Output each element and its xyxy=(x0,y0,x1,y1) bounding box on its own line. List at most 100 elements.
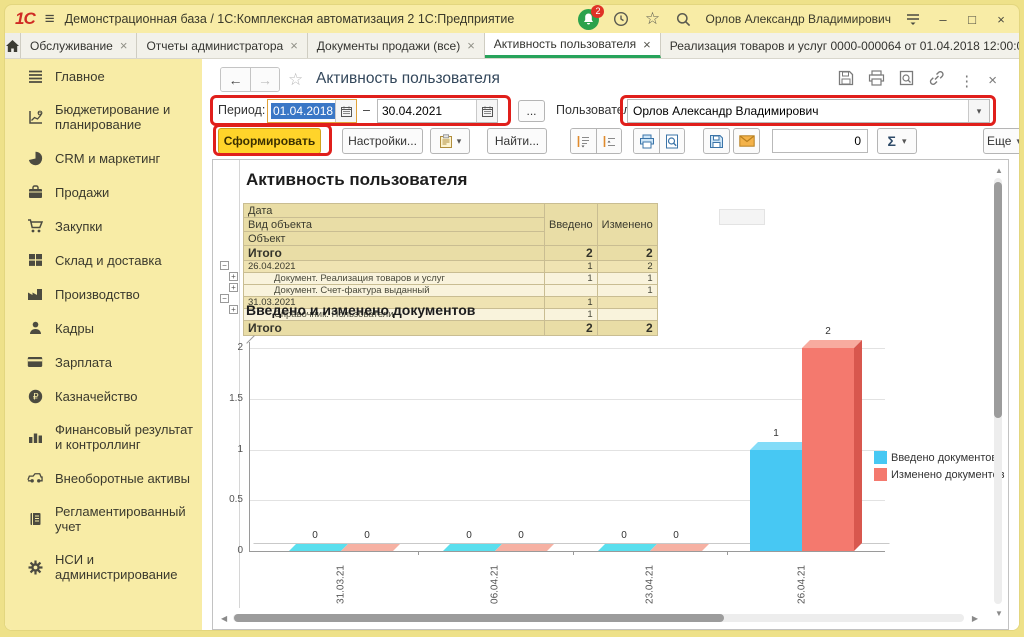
table-cell[interactable]: 1 xyxy=(597,273,657,285)
sidebar-item[interactable]: Регламентированный учет xyxy=(5,495,202,543)
calendar-icon[interactable] xyxy=(335,100,356,122)
table-cell[interactable]: 2 xyxy=(597,246,657,261)
table-cell[interactable]: 1 xyxy=(545,261,598,273)
sidebar-item[interactable]: Финансовый результат и контроллинг xyxy=(5,413,202,461)
collapse-groups-icon[interactable] xyxy=(596,129,621,153)
table-row[interactable]: 26.04.202112 xyxy=(244,261,658,273)
table-row[interactable]: Итого22 xyxy=(244,321,658,336)
table-cell[interactable] xyxy=(545,285,598,297)
table-cell[interactable] xyxy=(597,297,657,309)
table-cell[interactable]: Объект xyxy=(244,232,545,246)
favorites-star-icon[interactable]: ☆ xyxy=(643,10,661,28)
sidebar-item[interactable]: Главное xyxy=(5,59,202,93)
table-cell[interactable]: Изменено xyxy=(597,204,657,246)
table-cell[interactable] xyxy=(597,309,657,321)
settings-button[interactable]: Настройки... xyxy=(342,128,423,154)
chevron-down-icon[interactable]: ▾ xyxy=(968,100,989,122)
preview-icon[interactable] xyxy=(899,70,914,91)
tab[interactable]: Активность пользователя× xyxy=(485,33,661,58)
table-cell[interactable]: Документ. Счет-фактура выданный xyxy=(244,285,545,297)
tab[interactable]: Реализация товаров и услуг 0000-000064 о… xyxy=(661,33,1020,58)
sidebar-item[interactable]: Производство xyxy=(5,277,202,311)
sidebar-item[interactable]: Зарплата xyxy=(5,345,202,379)
table-cell[interactable]: Вид объекта xyxy=(244,218,545,232)
period-to-field[interactable]: 30.04.2021 xyxy=(377,99,498,123)
expand-node-icon[interactable]: + xyxy=(229,305,238,314)
calendar-icon[interactable] xyxy=(476,100,497,122)
expand-node-icon[interactable]: + xyxy=(229,283,238,292)
sidebar-item[interactable]: CRM и маркетинг xyxy=(5,141,202,175)
expand-groups-icon[interactable] xyxy=(571,129,596,153)
save-result-button[interactable] xyxy=(703,128,730,154)
sidebar-item[interactable]: Внеоборотные активы xyxy=(5,461,202,495)
generate-button[interactable]: Сформировать xyxy=(218,128,321,154)
user-select-field[interactable]: Орлов Александр Владимирович ▾ xyxy=(627,99,990,123)
main-menu-icon[interactable]: ≡ xyxy=(45,9,55,29)
sum-button[interactable]: Σ ▾ xyxy=(877,128,917,154)
home-tab[interactable] xyxy=(5,33,21,58)
tab-close-icon[interactable]: × xyxy=(643,37,651,52)
table-cell[interactable]: Введено xyxy=(545,204,598,246)
history-icon[interactable] xyxy=(612,10,630,28)
table-row[interactable]: Документ. Счет-фактура выданный 1 xyxy=(244,285,658,297)
tab-close-icon[interactable]: × xyxy=(290,38,298,53)
table-cell[interactable]: Документ. Реализация товаров и услуг xyxy=(244,273,545,285)
sidebar-item[interactable]: ₽Бюджетирование и планирование xyxy=(5,93,202,141)
favorite-star-icon[interactable]: ☆ xyxy=(288,70,303,90)
sidebar-item[interactable]: НСИ и администрирование xyxy=(5,543,202,591)
table-cell[interactable]: 1 xyxy=(597,285,657,297)
report-variants-button[interactable]: ▾ xyxy=(430,128,470,154)
table-row[interactable]: Документ. Реализация товаров и услуг11 xyxy=(244,273,658,285)
get-link-icon[interactable] xyxy=(928,70,945,91)
sidebar-item[interactable]: Закупки xyxy=(5,209,202,243)
table-cell[interactable]: 1 xyxy=(545,309,598,321)
search-icon[interactable] xyxy=(674,10,692,28)
more-button[interactable]: Еще ▾ xyxy=(983,128,1020,154)
tab[interactable]: Отчеты администратора× xyxy=(137,33,307,58)
table-row[interactable]: Итого22 xyxy=(244,246,658,261)
table-cell[interactable]: 2 xyxy=(545,246,598,261)
service-menu-icon[interactable] xyxy=(904,10,922,28)
table-cell[interactable]: 2 xyxy=(545,321,598,336)
expand-node-icon[interactable]: + xyxy=(229,272,238,281)
sidebar-item[interactable]: ₽Казначейство xyxy=(5,379,202,413)
autosum-value-field[interactable]: 0 xyxy=(772,129,868,153)
tab-close-icon[interactable]: × xyxy=(467,38,475,53)
vertical-scrollbar[interactable]: ▲ ▼ xyxy=(992,166,1004,618)
tab-close-icon[interactable]: × xyxy=(120,38,128,53)
notifications-bell-icon[interactable]: 2 xyxy=(578,9,599,30)
print-icon[interactable] xyxy=(868,70,885,91)
table-cell[interactable]: 1 xyxy=(545,297,598,309)
vertical-scrollbar-thumb[interactable] xyxy=(994,182,1002,418)
forward-button[interactable]: → xyxy=(250,68,279,91)
sidebar-item[interactable]: Склад и доставка xyxy=(5,243,202,277)
preview-button-icon[interactable] xyxy=(659,129,684,153)
horizontal-scrollbar-thumb[interactable] xyxy=(234,614,724,622)
table-cell[interactable]: 2 xyxy=(597,321,657,336)
more-menu-kebab-icon[interactable]: ⋮ xyxy=(959,72,974,90)
sidebar-item[interactable]: Кадры xyxy=(5,311,202,345)
report-result-area[interactable]: −++−+ Активность пользователя ДатаВведен… xyxy=(212,159,1009,630)
send-email-button[interactable] xyxy=(733,128,760,154)
period-dots-button[interactable]: ... xyxy=(518,100,545,122)
table-cell[interactable]: 26.04.2021 xyxy=(244,261,545,273)
table-cell[interactable]: Итого xyxy=(244,321,545,336)
print-button-icon[interactable] xyxy=(634,129,659,153)
tab[interactable]: Документы продажи (все)× xyxy=(308,33,485,58)
tab[interactable]: Обслуживание× xyxy=(21,33,137,58)
collapse-node-icon[interactable]: − xyxy=(220,261,229,270)
collapse-node-icon[interactable]: − xyxy=(220,294,229,303)
back-button[interactable]: ← xyxy=(221,68,250,91)
minimize-button[interactable]: – xyxy=(935,12,951,27)
sidebar-item[interactable]: Продажи xyxy=(5,175,202,209)
period-from-field[interactable]: 01.04.2018 xyxy=(267,99,357,123)
find-button[interactable]: Найти... xyxy=(487,128,547,154)
close-report-button[interactable]: × xyxy=(988,72,997,89)
table-cell[interactable]: Дата xyxy=(244,204,545,218)
table-cell[interactable]: 2 xyxy=(597,261,657,273)
table-cell[interactable]: Итого xyxy=(244,246,545,261)
current-user-name[interactable]: Орлов Александр Владимирович xyxy=(705,12,891,26)
horizontal-scrollbar[interactable]: ◀ ▶ xyxy=(221,612,978,624)
close-window-button[interactable]: × xyxy=(993,12,1009,27)
save-icon[interactable] xyxy=(838,70,854,91)
